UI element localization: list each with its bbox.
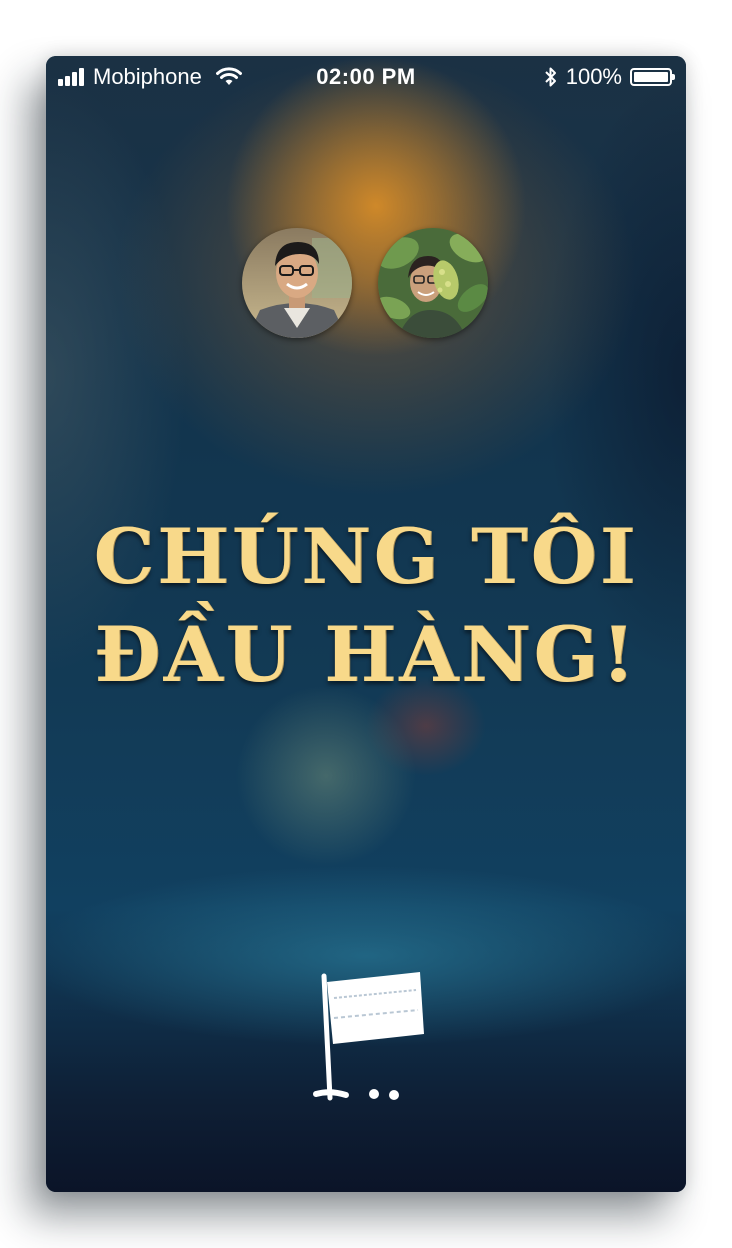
status-bar: Mobiphone 02:00 PM 100% <box>46 56 686 96</box>
avatar-man-glasses[interactable] <box>242 228 352 338</box>
headline-line-2: đầu hàng! <box>94 610 638 699</box>
phone-screen: Mobiphone 02:00 PM 100% CHÚNG TÔI ĐẦU HÀ… <box>46 56 686 1192</box>
avatar-photo-1 <box>242 228 352 338</box>
battery-fill <box>634 72 668 82</box>
avatar-woman-leaves[interactable] <box>378 228 488 338</box>
avatar-photo-2 <box>378 228 488 338</box>
headline-line-1: Chúng tôi <box>93 512 639 601</box>
white-flag-icon[interactable] <box>308 968 428 1108</box>
battery-icon <box>630 68 675 86</box>
status-right: 100% <box>544 64 675 90</box>
surrender-headline: Chúng tôi đầu hàng! <box>46 508 686 704</box>
battery-percent: 100% <box>565 64 622 89</box>
battery-nub <box>672 74 675 80</box>
bluetooth-icon <box>545 67 556 87</box>
